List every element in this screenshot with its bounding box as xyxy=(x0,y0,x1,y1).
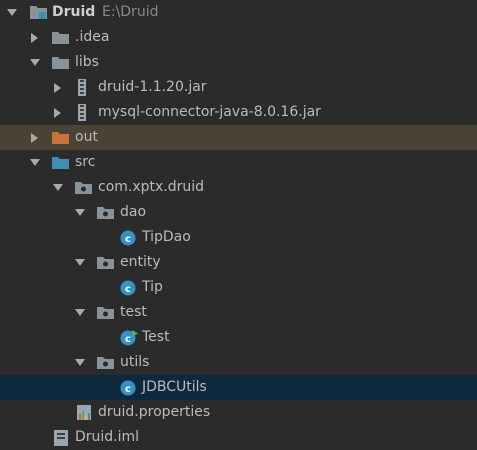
tree-row-test-class[interactable]: c Test xyxy=(0,325,477,350)
tree-label: out xyxy=(75,129,98,145)
tree-row-druid-properties[interactable]: druid.properties xyxy=(0,400,477,425)
iml-file-icon xyxy=(53,425,69,450)
properties-file-icon xyxy=(76,400,93,425)
tree-row-druid-root[interactable]: Druid E:\Druid xyxy=(0,0,477,25)
tree-label: test xyxy=(120,304,147,320)
project-tree: Druid E:\Druid .idea libs druid-1.1.20.j… xyxy=(0,0,477,447)
tree-label: com.xptx.druid xyxy=(98,179,205,195)
chevron-down-icon[interactable] xyxy=(29,150,41,175)
tree-label: Druid.iml xyxy=(75,429,140,445)
source-folder-icon xyxy=(52,150,69,175)
module-folder-icon xyxy=(30,0,48,25)
tree-row-dao[interactable]: dao xyxy=(0,200,477,225)
tree-label: .idea xyxy=(75,29,110,45)
tree-label: utils xyxy=(120,354,150,370)
tree-row-package-root[interactable]: com.xptx.druid xyxy=(0,175,477,200)
tree-label: entity xyxy=(120,254,161,270)
tree-label: TipDao xyxy=(142,229,191,245)
tree-label: dao xyxy=(120,204,147,220)
tree-row-jdbcutils[interactable]: c JDBCUtils xyxy=(0,375,477,400)
folder-icon xyxy=(52,25,69,50)
chevron-down-icon[interactable] xyxy=(74,200,86,225)
chevron-down-icon[interactable] xyxy=(52,175,64,200)
tree-row-druid-iml[interactable]: Druid.iml xyxy=(0,425,477,447)
tree-label: druid.properties xyxy=(98,404,211,420)
runnable-class-icon: c xyxy=(120,325,138,350)
tree-row-out[interactable]: out xyxy=(0,125,477,150)
tree-label: druid-1.1.20.jar xyxy=(98,79,207,95)
tree-row-tip[interactable]: c Tip xyxy=(0,275,477,300)
chevron-down-icon[interactable] xyxy=(74,300,86,325)
tree-label: Test xyxy=(142,329,170,345)
chevron-down-icon[interactable] xyxy=(74,350,86,375)
tree-label: Tip xyxy=(142,279,163,295)
chevron-down-icon[interactable] xyxy=(29,50,41,75)
chevron-down-icon[interactable] xyxy=(74,250,86,275)
tree-label: Druid xyxy=(52,4,96,20)
class-icon: c xyxy=(120,375,136,400)
tree-label: mysql-connector-java-8.0.16.jar xyxy=(98,104,321,120)
tree-label: src xyxy=(75,154,96,170)
package-icon xyxy=(97,300,114,325)
tree-row-mysql-jar[interactable]: mysql-connector-java-8.0.16.jar xyxy=(0,100,477,125)
chevron-right-icon[interactable] xyxy=(52,75,64,100)
svg-text:c: c xyxy=(125,284,131,295)
tree-row-tipdao[interactable]: c TipDao xyxy=(0,225,477,250)
tree-row-src[interactable]: src xyxy=(0,150,477,175)
package-icon xyxy=(97,250,114,275)
tree-label: JDBCUtils xyxy=(142,379,207,395)
tree-row-utils[interactable]: utils xyxy=(0,350,477,375)
tree-row-idea[interactable]: .idea xyxy=(0,25,477,50)
package-icon xyxy=(97,200,114,225)
folder-icon xyxy=(52,50,69,75)
chevron-right-icon[interactable] xyxy=(52,100,64,125)
chevron-right-icon[interactable] xyxy=(29,25,41,50)
package-icon xyxy=(75,175,92,200)
svg-text:c: c xyxy=(125,334,131,345)
chevron-down-icon[interactable] xyxy=(6,0,18,25)
tree-row-test-package[interactable]: test xyxy=(0,300,477,325)
jar-icon xyxy=(76,75,88,100)
tree-row-druid-jar[interactable]: druid-1.1.20.jar xyxy=(0,75,477,100)
package-icon xyxy=(97,350,114,375)
chevron-right-icon[interactable] xyxy=(29,125,41,150)
excluded-folder-icon xyxy=(52,125,69,150)
class-icon: c xyxy=(120,275,136,300)
tree-label: libs xyxy=(75,54,99,70)
jar-icon xyxy=(76,100,88,125)
svg-text:c: c xyxy=(125,234,131,245)
tree-row-entity[interactable]: entity xyxy=(0,250,477,275)
module-path: E:\Druid xyxy=(102,4,159,20)
svg-text:c: c xyxy=(125,384,131,395)
class-icon: c xyxy=(120,225,136,250)
tree-row-libs[interactable]: libs xyxy=(0,50,477,75)
